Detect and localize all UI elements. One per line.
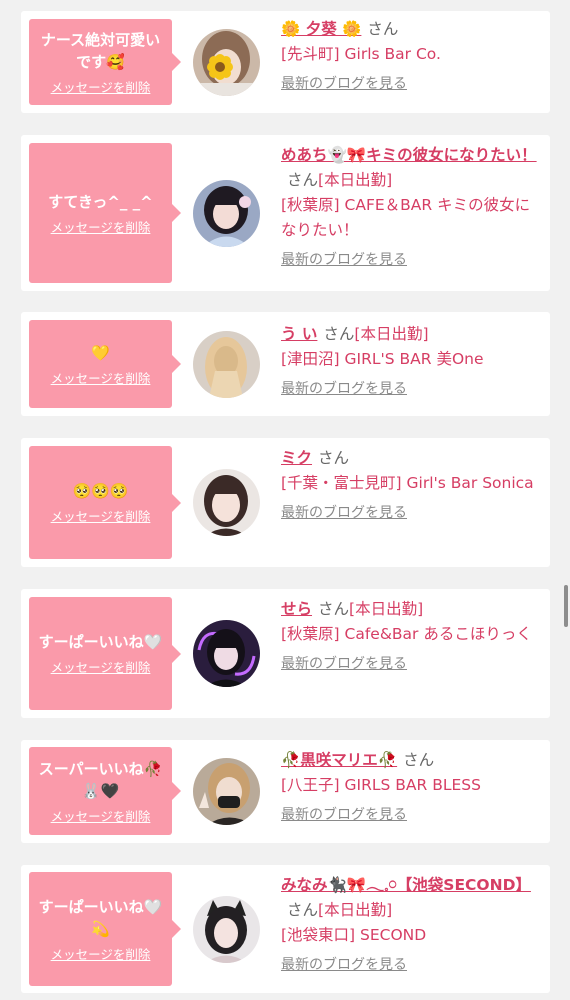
honorific: さん: [287, 171, 319, 189]
delete-message-link[interactable]: メッセージを削除: [51, 944, 151, 963]
message-card: すてきっ^_ _^ メッセージを削除 めあち👻🎀キミの彼女になりたい！ さん[本日…: [21, 135, 550, 291]
avatar[interactable]: [193, 758, 260, 825]
message-bubble: スーパーいいね🥀🐰🖤 メッセージを削除: [29, 747, 181, 835]
avatar[interactable]: [193, 896, 260, 963]
message-text: ナース絶対可愛いです🥰: [40, 30, 161, 71]
message-card: すーぱーいいね🤍💫 メッセージを削除 みなみ🐈‍⬛🎀𓂃𓈒𓏸【池袋SECOND】さ…: [21, 865, 550, 993]
honorific: さん: [367, 20, 399, 38]
blonde-avatar-icon: [193, 331, 260, 398]
cast-info: みなみ🐈‍⬛🎀𓂃𓈒𓏸【池袋SECOND】さん[本日出勤] [池袋東口] SECO…: [281, 873, 540, 978]
message-text: 🥺🥺🥺: [72, 482, 129, 500]
avatar[interactable]: [193, 180, 260, 247]
message-text: すてきっ^_ _^: [48, 192, 153, 211]
message-bubble: ナース絶対可愛いです🥰 メッセージを削除: [29, 19, 181, 105]
message-bubble: 💛 メッセージを削除: [29, 320, 181, 408]
delete-message-link[interactable]: メッセージを削除: [51, 368, 151, 387]
message-bubble: すーぱーいいね🤍💫 メッセージを削除: [29, 872, 181, 986]
shop-name: [千葉・富士見町] Girl's Bar Sonica: [281, 474, 534, 492]
delete-message-link[interactable]: メッセージを削除: [51, 217, 151, 236]
cast-name-link[interactable]: せら: [281, 600, 312, 618]
avatar[interactable]: [193, 29, 260, 96]
message-text: 💛: [91, 343, 110, 362]
dark-hair-avatar-icon: [193, 180, 260, 247]
cast-name-link[interactable]: みなみ🐈‍⬛🎀𓂃𓈒𓏸【池袋SECOND】: [281, 876, 531, 894]
cast-info: せら さん[本日出勤] [秋葉原] Cafe&Bar あるこほりっく 最新のブログ…: [281, 597, 540, 677]
latest-blog-link[interactable]: 最新のブログを見る: [281, 248, 407, 273]
delete-message-link[interactable]: メッセージを削除: [51, 657, 151, 676]
cast-info: 🌼 夕葵 🌼 さん [先斗町] Girls Bar Co. 最新のブログを見る: [281, 17, 540, 97]
message-text: すーぱーいいね🤍💫: [38, 897, 163, 938]
cast-name-link[interactable]: 🌼 夕葵 🌼: [281, 20, 361, 38]
today-badge: [本日出勤]: [318, 171, 393, 189]
delete-message-link[interactable]: メッセージを削除: [51, 806, 151, 825]
shop-name: [先斗町] Girls Bar Co.: [281, 45, 441, 63]
shop-name: [秋葉原] CAFE＆BAR キミの彼女になりたい！: [281, 196, 531, 239]
scrollbar[interactable]: [564, 585, 568, 627]
latest-blog-link[interactable]: 最新のブログを見る: [281, 72, 407, 97]
message-text: スーパーいいね🥀🐰🖤: [38, 759, 163, 800]
purple-light-avatar-icon: [193, 620, 260, 687]
cast-name-link[interactable]: ミク: [281, 449, 312, 467]
portrait-avatar-icon: [193, 469, 260, 536]
honorific: さん: [403, 751, 435, 769]
cast-name-link[interactable]: 🥀黒咲マリエ🥀: [281, 751, 397, 769]
cast-name-link[interactable]: う い: [281, 325, 317, 343]
honorific: さん: [287, 901, 319, 919]
latest-blog-link[interactable]: 最新のブログを見る: [281, 953, 407, 978]
delete-message-link[interactable]: メッセージを削除: [51, 506, 151, 525]
message-text: すーぱーいいね🤍: [38, 633, 163, 651]
message-card: すーぱーいいね🤍 メッセージを削除 せら さん[本日出勤] [秋葉原] Cafe&…: [21, 589, 550, 718]
honorific: さん: [323, 325, 355, 343]
message-card: ナース絶対可愛いです🥰 メッセージを削除 🌼 夕葵 🌼 さん [先斗町] Gir…: [21, 11, 550, 113]
shop-name: [池袋東口] SECOND: [281, 926, 427, 944]
shop-name: [秋葉原] Cafe&Bar あるこほりっく: [281, 625, 532, 643]
cast-info: ミク さん [千葉・富士見町] Girl's Bar Sonica 最新のブログを…: [281, 446, 540, 526]
flower-avatar-icon: [193, 29, 260, 96]
masked-avatar-icon: [193, 758, 260, 825]
message-card: 💛 メッセージを削除 う いさん[本日出勤] [津田沼] GIRL'S BAR …: [21, 312, 550, 416]
shop-name: [八王子] GIRLS BAR BLESS: [281, 776, 481, 794]
cast-info: 🥀黒咲マリエ🥀 さん [八王子] GIRLS BAR BLESS 最新のブログを見…: [281, 748, 540, 828]
avatar[interactable]: [193, 331, 260, 398]
today-badge: [本日出勤]: [349, 600, 424, 618]
cast-info: う いさん[本日出勤] [津田沼] GIRL'S BAR 美One 最新のブログ…: [281, 322, 540, 402]
message-bubble: 🥺🥺🥺 メッセージを削除: [29, 446, 181, 559]
honorific: さん: [318, 600, 350, 618]
message-bubble: すてきっ^_ _^ メッセージを削除: [29, 143, 181, 283]
avatar[interactable]: [193, 620, 260, 687]
cat-ears-avatar-icon: [193, 896, 260, 963]
delete-message-link[interactable]: メッセージを削除: [51, 77, 151, 96]
latest-blog-link[interactable]: 最新のブログを見る: [281, 501, 407, 526]
avatar[interactable]: [193, 469, 260, 536]
latest-blog-link[interactable]: 最新のブログを見る: [281, 803, 407, 828]
message-bubble: すーぱーいいね🤍 メッセージを削除: [29, 597, 181, 710]
cast-info: めあち👻🎀キミの彼女になりたい！ さん[本日出勤] [秋葉原] CAFE＆BAR …: [281, 143, 540, 273]
shop-name: [津田沼] GIRL'S BAR 美One: [281, 350, 484, 368]
honorific: さん: [318, 449, 350, 467]
today-badge: [本日出勤]: [318, 901, 393, 919]
message-card: スーパーいいね🥀🐰🖤 メッセージを削除 🥀黒咲マリエ🥀 さん [八王子] GIRL…: [21, 740, 550, 843]
cast-name-link[interactable]: めあち👻🎀キミの彼女になりたい！: [281, 146, 537, 164]
latest-blog-link[interactable]: 最新のブログを見る: [281, 377, 407, 402]
today-badge: [本日出勤]: [354, 325, 429, 343]
latest-blog-link[interactable]: 最新のブログを見る: [281, 652, 407, 677]
message-card: 🥺🥺🥺 メッセージを削除 ミク さん [千葉・富士見町] Girl's Bar S…: [21, 438, 550, 567]
